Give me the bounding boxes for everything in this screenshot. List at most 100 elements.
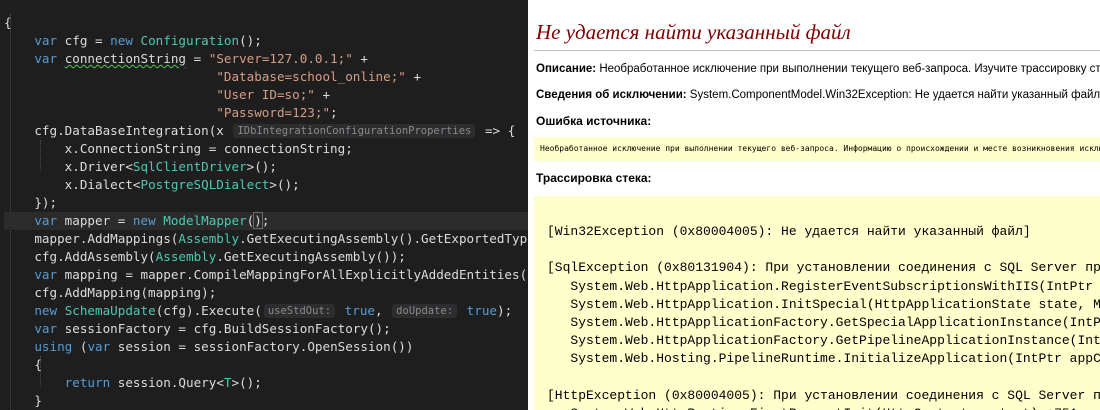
code-token: => {	[477, 123, 516, 138]
code-token: {	[4, 357, 42, 372]
code-line: "User ID=so;" +	[4, 86, 330, 104]
code-line: x.Driver<SqlClientDriver>();	[4, 158, 277, 176]
code-token: session = sessionFactory.OpenSession())	[110, 339, 414, 354]
stack-trace-line: System.Web.HttpRuntime.FirstRequestInit(…	[547, 406, 1077, 410]
code-editor[interactable]: { var cfg = new Configuration(); var con…	[0, 0, 528, 410]
code-token: Assembly	[178, 231, 240, 246]
code-token: cfg =	[57, 33, 111, 48]
code-line: "Database=school_online;" +	[4, 68, 421, 86]
exception-details-label: Сведения об исключении:	[536, 89, 687, 101]
stack-trace-line: System.Web.HttpApplication.InitSpecial(H…	[570, 296, 1100, 312]
code-token: );	[497, 303, 513, 318]
error-title: Не удается найти указанный файл	[536, 20, 851, 44]
code-line: cfg.DataBaseIntegration(x IDbIntegration…	[4, 122, 515, 140]
code-token: var	[87, 339, 111, 354]
code-token: "Server=127.0.0.1;"	[208, 51, 353, 66]
code-line: });	[4, 194, 57, 212]
code-token: new	[34, 303, 58, 318]
code-token: connectionString	[64, 51, 187, 66]
code-token: mapper =	[57, 213, 133, 228]
code-token: cfg.DataBaseIntegration(x	[4, 123, 232, 138]
code-line: {	[4, 14, 12, 32]
code-token: .GetExecutingAssembly());	[216, 249, 406, 264]
code-token: mapper.AddMappings(	[4, 231, 179, 246]
code-line: var mapping = mapper.CompileMappingForAl…	[4, 266, 528, 284]
title-divider	[534, 50, 1100, 51]
code-line: mapper.AddMappings(Assembly.GetExecuting…	[4, 230, 528, 248]
code-token: Assembly	[155, 249, 217, 264]
code-token: x.ConnectionString = connectionString;	[4, 141, 353, 156]
stack-trace-line: [Win32Exception (0x80004005): Не удается…	[547, 224, 1031, 239]
source-error-box: Необработанное исключение при выполнении…	[534, 137, 1100, 161]
code-token: sessionFactory = cfg.BuildSessionFactory…	[57, 321, 391, 336]
stack-trace-line: [HttpException (0x80004005): При установ…	[547, 387, 1100, 403]
code-token: +	[405, 69, 422, 84]
code-token: "Database=school_online;"	[216, 69, 406, 84]
description-text: Необработанное исключение при выполнении…	[599, 63, 1100, 75]
code-line: var connectionString = "Server=127.0.0.1…	[4, 50, 368, 68]
code-line: x.Dialect<PostgreSQLDialect>();	[4, 176, 300, 194]
code-token: x.Driver<	[4, 159, 133, 174]
code-token: ;	[330, 105, 338, 120]
code-token: "User ID=so;"	[216, 87, 315, 102]
code-token: Configuration	[140, 33, 240, 48]
code-token: >();	[231, 375, 262, 390]
stack-trace-line: System.Web.HttpApplication.RegisterEvent…	[570, 278, 1094, 294]
code-token: new	[132, 213, 156, 228]
code-line: var cfg = new Configuration();	[4, 32, 262, 50]
code-token: true	[344, 303, 375, 318]
code-token: new	[110, 33, 133, 48]
code-token: PostgreSQLDialect	[140, 177, 270, 192]
stack-trace-line: System.Web.HttpApplicationFactory.GetPip…	[570, 333, 1100, 349]
code-token: true	[466, 303, 498, 318]
code-token: T	[223, 375, 232, 390]
code-token: +	[352, 51, 368, 66]
stack-trace-label: Трассировка стека:	[536, 171, 652, 185]
stack-trace-line: System.Web.Hosting.PipelineRuntime.Initi…	[547, 351, 1100, 367]
code-token: >();	[269, 177, 300, 192]
code-token: x.Dialect<	[4, 177, 141, 192]
code-line: }	[4, 392, 42, 410]
code-line: cfg.AddAssembly(Assembly.GetExecutingAss…	[4, 248, 406, 266]
server-error-page: Не удается найти указанный файл Описание…	[528, 0, 1100, 410]
code-token: }	[4, 393, 42, 408]
code-token: >();	[246, 159, 277, 174]
code-line: using (var session = sessionFactory.Open…	[4, 338, 413, 356]
stack-trace-line: System.Web.HttpApplicationFactory.GetSpe…	[570, 315, 1100, 330]
code-token: ,	[375, 303, 391, 318]
code-token: +	[314, 87, 331, 102]
code-token: var	[34, 33, 58, 48]
code-line: new SchemaUpdate(cfg).Execute(useStdOut:…	[4, 302, 512, 320]
code-token: "Password=123;"	[216, 105, 331, 120]
code-token: )	[253, 212, 263, 229]
code-token: cfg.AddAssembly(	[4, 249, 156, 264]
code-token: ModelMapper	[163, 213, 247, 228]
code-token: return	[64, 375, 111, 390]
stack-trace-line: [SqlException (0x80131904): При установл…	[547, 260, 1100, 276]
code-token: SchemaUpdate	[64, 303, 156, 318]
parameter-hint: useStdOut:	[263, 304, 336, 318]
code-token: (cfg).Execute(	[155, 303, 262, 318]
exception-details-text: System.ComponentModel.Win32Exception: Не…	[686, 89, 1100, 101]
code-line: {	[4, 356, 42, 374]
code-token: .GetExecutingAssembly().GetExportedTypes…	[239, 231, 528, 246]
code-line: "Password=123;";	[4, 104, 338, 122]
parameter-hint: doUpdate:	[392, 304, 458, 318]
code-token: =	[186, 51, 209, 66]
code-line: return session.Query<T>();	[4, 374, 262, 392]
code-token: ();	[239, 33, 262, 48]
code-token: var	[34, 321, 58, 336]
description-label: Описание:	[536, 63, 597, 75]
source-error-label: Ошибка источника:	[536, 114, 652, 128]
